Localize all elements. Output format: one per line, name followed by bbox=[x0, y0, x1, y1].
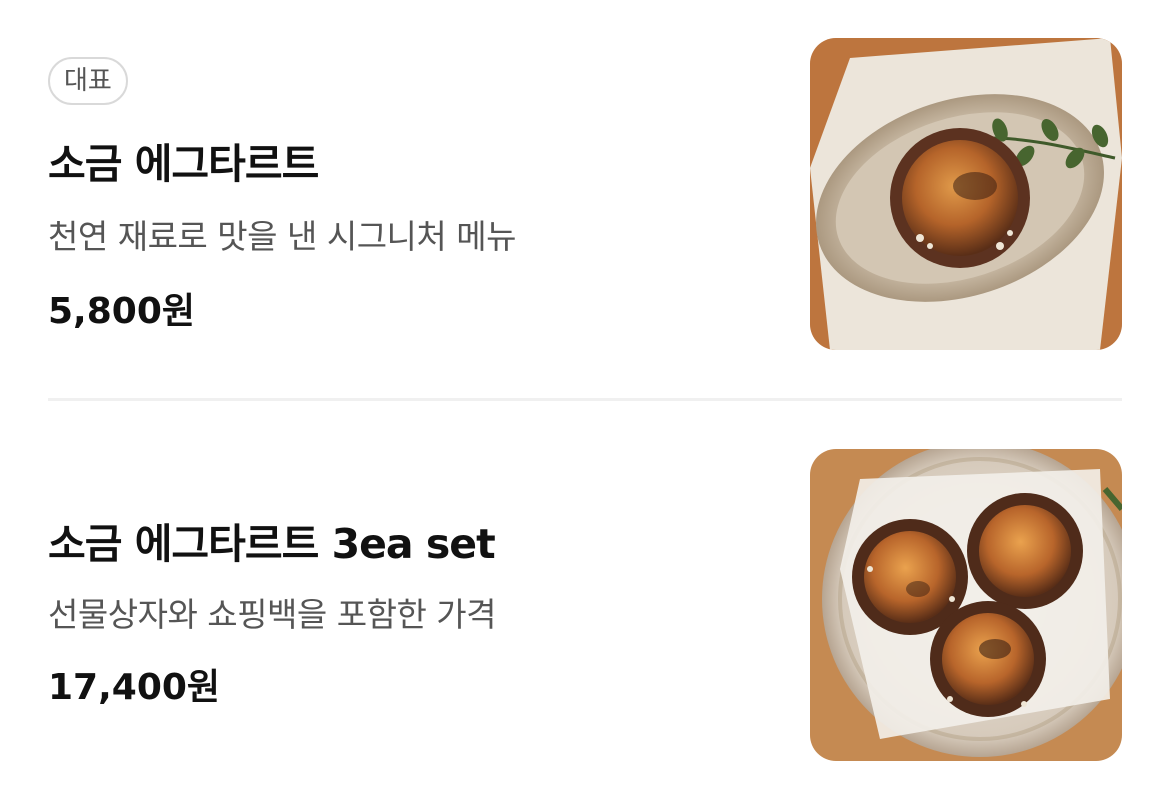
menu-item-info: 소금 에그타르트 3ea set 선물상자와 쇼핑백을 포함한 가격 17,40… bbox=[48, 449, 788, 761]
menu-list: 대표 소금 에그타르트 천연 재료로 맛을 낸 시그니처 메뉴 5,800원 소… bbox=[0, 0, 1170, 804]
menu-item-description: 선물상자와 쇼핑백을 포함한 가격 bbox=[48, 595, 497, 634]
egg-tart-photo bbox=[810, 38, 1122, 350]
menu-item-salt-egg-tart-set[interactable]: 소금 에그타르트 3ea set 선물상자와 쇼핑백을 포함한 가격 17,40… bbox=[48, 449, 1122, 761]
menu-item-price: 17,400원 bbox=[48, 667, 221, 708]
menu-item-description: 천연 재료로 맛을 낸 시그니처 메뉴 bbox=[48, 217, 517, 256]
signature-badge: 대표 bbox=[48, 57, 128, 105]
menu-item-photo-three-egg-tarts[interactable] bbox=[810, 449, 1122, 761]
menu-item-price: 5,800원 bbox=[48, 291, 195, 332]
menu-item-salt-egg-tart[interactable]: 대표 소금 에그타르트 천연 재료로 맛을 낸 시그니처 메뉴 5,800원 bbox=[48, 38, 1122, 350]
menu-item-info: 대표 소금 에그타르트 천연 재료로 맛을 낸 시그니처 메뉴 5,800원 bbox=[48, 38, 788, 350]
menu-item-photo-single-egg-tart[interactable] bbox=[810, 38, 1122, 350]
menu-divider bbox=[48, 398, 1122, 401]
egg-tart-set-photo bbox=[810, 449, 1122, 761]
menu-item-name: 소금 에그타르트 3ea set bbox=[48, 520, 496, 568]
menu-item-name: 소금 에그타르트 bbox=[48, 140, 319, 188]
